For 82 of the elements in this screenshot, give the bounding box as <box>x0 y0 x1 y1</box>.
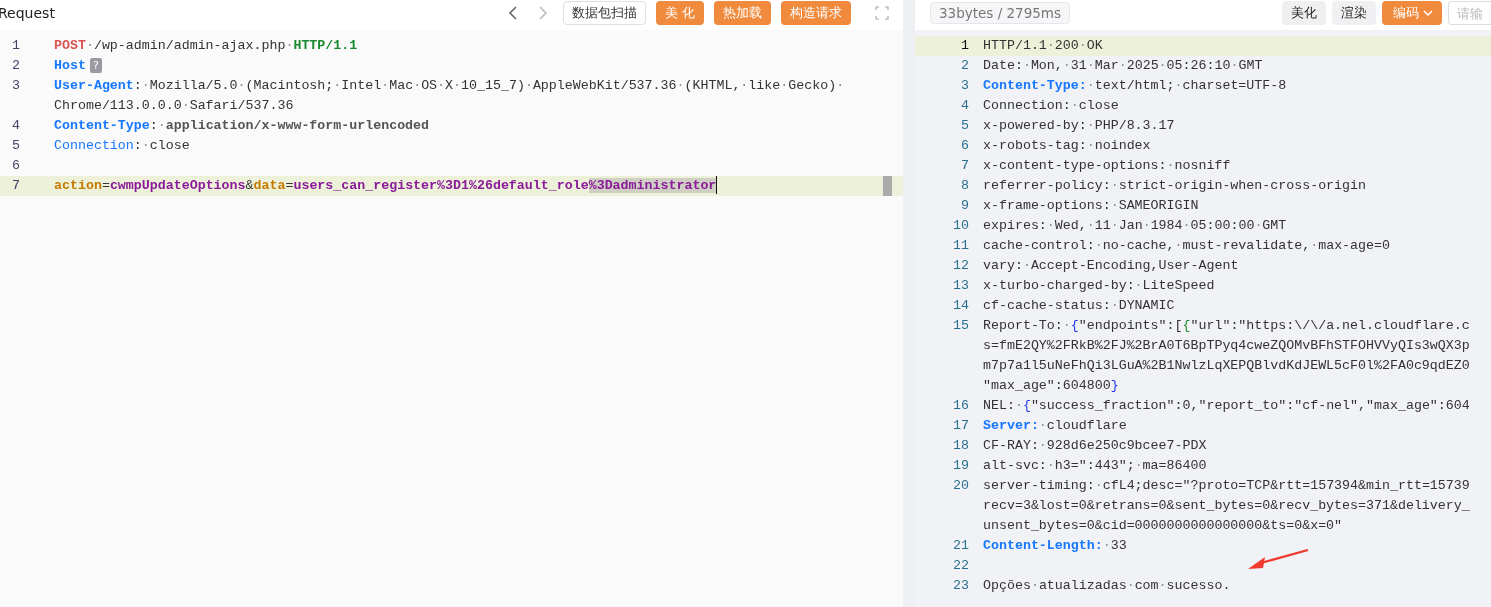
line-number: 3 <box>11 77 21 95</box>
code-line: Report-To:·{"endpoints":[{"url":"https:\/\/a.nel.cloudflare.c <box>983 317 1470 335</box>
response-viewer[interactable] <box>915 30 1491 607</box>
code-line: s=fmE2QY%2FRkB%2FJ%2BrA0T6BpTPyq4cweZQOMvBFhSTFOHVVyQIs3wQX3p <box>983 337 1470 355</box>
code-line: x-powered-by:·PHP/8.3.17 <box>983 117 1175 135</box>
line-number: 12 <box>952 257 970 275</box>
request-editor[interactable] <box>0 30 903 607</box>
chevron-left-icon[interactable] <box>506 5 519 21</box>
line-number: 1 <box>11 37 21 55</box>
line-number: 22 <box>952 557 970 575</box>
chevron-right-icon[interactable] <box>536 5 549 21</box>
code-line: recv=3&lost=0&retrans=0&sent_bytes=0&recv_bytes=371&delivery_ <box>983 497 1470 515</box>
line-number: 1 <box>960 37 970 55</box>
code-line: x-turbo-charged-by:·LiteSpeed <box>983 277 1215 295</box>
line-number: 16 <box>952 397 970 415</box>
line-number: 3 <box>960 77 970 95</box>
line-number: 4 <box>11 117 21 135</box>
code-line: Content-Type:·text/html;·charset=UTF-8 <box>983 77 1287 95</box>
toolbar-button[interactable]: 热加载 <box>714 1 771 25</box>
scrollbar-marker <box>883 176 892 196</box>
line-number: 21 <box>952 537 970 555</box>
code-line: Server:·cloudflare <box>983 417 1127 435</box>
toolbar-button[interactable]: 美 化 <box>655 1 704 25</box>
line-number: 23 <box>952 577 970 595</box>
code-line: x-frame-options:·SAMEORIGIN <box>983 197 1199 215</box>
line-number: 11 <box>952 237 970 255</box>
line-number: 18 <box>952 437 970 455</box>
line-number: 4 <box>960 97 970 115</box>
line-number: 8 <box>960 177 970 195</box>
code-line: vary:·Accept-Encoding,User-Agent <box>983 257 1239 275</box>
arrow-annotation <box>1247 549 1309 571</box>
code-line: NEL:·{"success_fraction":0,"report_to":"cf-nel","max_age":604 <box>983 397 1470 415</box>
code-line: "max_age":604800} <box>983 377 1119 395</box>
code-line: Connection:·close <box>54 137 190 155</box>
line-number: 15 <box>952 317 970 335</box>
code-line: Opções·atualizadas·com·sucesso. <box>983 577 1231 595</box>
search-field[interactable]: 请输 <box>1448 1 1491 25</box>
code-line: Host ? <box>54 56 102 76</box>
line-number: 2 <box>11 57 21 75</box>
line-number: 7 <box>960 157 970 175</box>
code-line: CF-RAY:·928d6e250c9bcee7-PDX <box>983 437 1207 455</box>
code-line: Content-Length:·33 <box>983 537 1127 555</box>
code-line: m7p7a1l5uNeFhQi3LGuA%2B1NwlzLqXEPQBlvdKdJEWL5cF0l%2FA0c9qdEZ0 <box>983 357 1470 375</box>
line-number: 5 <box>11 137 21 155</box>
code-line: POST·/wp-admin/admin-ajax.php·HTTP/1.1 <box>54 37 358 55</box>
line-number: 5 <box>960 117 970 135</box>
code-line: unsent_bytes=0&cid=0000000000000000&ts=0&x=0" <box>983 517 1343 535</box>
code-line: cache-control:·no-cache,·must-revalidate,·max-age=0 <box>983 237 1390 255</box>
code-line: x-content-type-options:·nosniff <box>983 157 1231 175</box>
fullscreen-icon[interactable] <box>875 6 889 20</box>
toolbar-button[interactable]: 构造请求 <box>781 1 851 25</box>
panel-title: Request <box>0 5 55 21</box>
code-line: User-Agent:·Mozilla/5.0·(Macintosh;·Intel·Mac·OS·X·10_15_7)·AppleWebKit/537.36·(KHTML,·like·Gecko)· <box>54 77 845 95</box>
line-number: 6 <box>11 157 21 175</box>
line-number: 17 <box>952 417 970 435</box>
code-line: alt-svc:·h3=":443";·ma=86400 <box>983 457 1207 475</box>
toolbar-button[interactable]: 编码 <box>1382 1 1442 25</box>
line-number: 10 <box>952 217 970 235</box>
line-number: 9 <box>960 197 970 215</box>
code-line: action=cwmpUpdateOptions&data=users_can_register%3D1%26default_role%3Dadministrator <box>54 176 718 196</box>
toolbar-button[interactable]: 渲染 <box>1332 1 1376 25</box>
code-line: referrer-policy:·strict-origin-when-cross-origin <box>983 177 1367 195</box>
response-stats-badge: 33bytes / 2795ms <box>930 2 1071 24</box>
code-line: Chrome/113.0.0.0·Safari/537.36 <box>54 97 294 115</box>
code-line: expires:·Wed,·11·Jan·1984·05:00:00·GMT <box>983 217 1287 235</box>
chevron-down-icon <box>1423 9 1433 17</box>
line-number: 13 <box>952 277 970 295</box>
toolbar-button[interactable]: 美化 <box>1282 1 1326 25</box>
code-line: HTTP/1.1·200·OK <box>983 37 1103 55</box>
line-number: 6 <box>960 137 970 155</box>
line-number: 14 <box>952 297 970 315</box>
toolbar-button[interactable]: 数据包扫描 <box>562 1 646 25</box>
code-line: server-timing:·cfL4;desc="?proto=TCP&rtt=157394&min_rtt=15739 <box>983 477 1470 495</box>
code-line: x-robots-tag:·noindex <box>983 137 1151 155</box>
code-line: Connection:·close <box>983 97 1119 115</box>
line-number: 2 <box>960 57 970 75</box>
line-number: 19 <box>952 457 970 475</box>
code-line: cf-cache-status:·DYNAMIC <box>983 297 1175 315</box>
code-line: Content-Type:·application/x-www-form-urlencoded <box>54 117 430 135</box>
code-line: Date:·Mon,·31·Mar·2025·05:26:10·GMT <box>983 57 1263 75</box>
line-number: 20 <box>952 477 970 495</box>
line-number: 7 <box>11 177 21 195</box>
